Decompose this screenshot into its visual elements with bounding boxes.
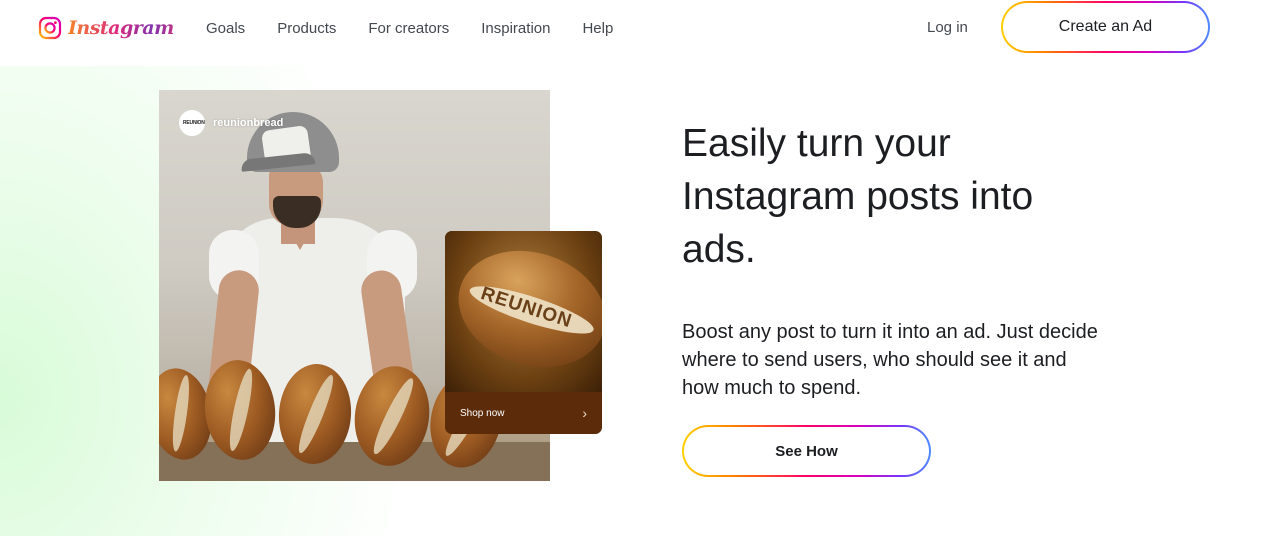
nav-item-goals[interactable]: Goals: [206, 20, 245, 37]
shop-now-bar[interactable]: Shop now ›: [445, 392, 602, 434]
instagram-logo[interactable]: Instagram: [38, 14, 174, 42]
login-link[interactable]: Log in: [927, 19, 968, 36]
create-ad-button[interactable]: Create an Ad: [1001, 1, 1210, 53]
see-how-button-label: See How: [684, 427, 929, 475]
instagram-logo-icon: [38, 16, 62, 40]
logo-wordmark: Instagram: [68, 17, 174, 39]
post-account: reunionbread: [179, 110, 283, 136]
chevron-right-icon: ›: [582, 405, 587, 421]
bread-loaf: REUNION: [445, 232, 602, 386]
hero-headline: Easily turn your Instagram posts into ad…: [682, 122, 1034, 271]
create-ad-button-label: Create an Ad: [1003, 3, 1208, 51]
bread-stamp-text: REUNION: [478, 283, 575, 333]
nav-item-help[interactable]: Help: [582, 20, 613, 37]
account-name: reunionbread: [213, 117, 284, 129]
main-nav: Goals Products For creators Inspiration …: [206, 0, 645, 56]
hero-description: Boost any post to turn it into an ad. Ju…: [682, 321, 1098, 399]
account-avatar: [179, 110, 205, 136]
shop-now-label: Shop now: [460, 407, 505, 419]
nav-item-products[interactable]: Products: [277, 20, 336, 37]
nav-item-for-creators[interactable]: For creators: [368, 20, 449, 37]
product-image: REUNION: [445, 231, 602, 392]
shop-product-card[interactable]: REUNION Shop now ›: [445, 231, 602, 434]
nav-item-inspiration[interactable]: Inspiration: [481, 20, 550, 37]
see-how-button[interactable]: See How: [682, 425, 931, 477]
top-navigation: Instagram Goals Products For creators In…: [0, 0, 1262, 56]
